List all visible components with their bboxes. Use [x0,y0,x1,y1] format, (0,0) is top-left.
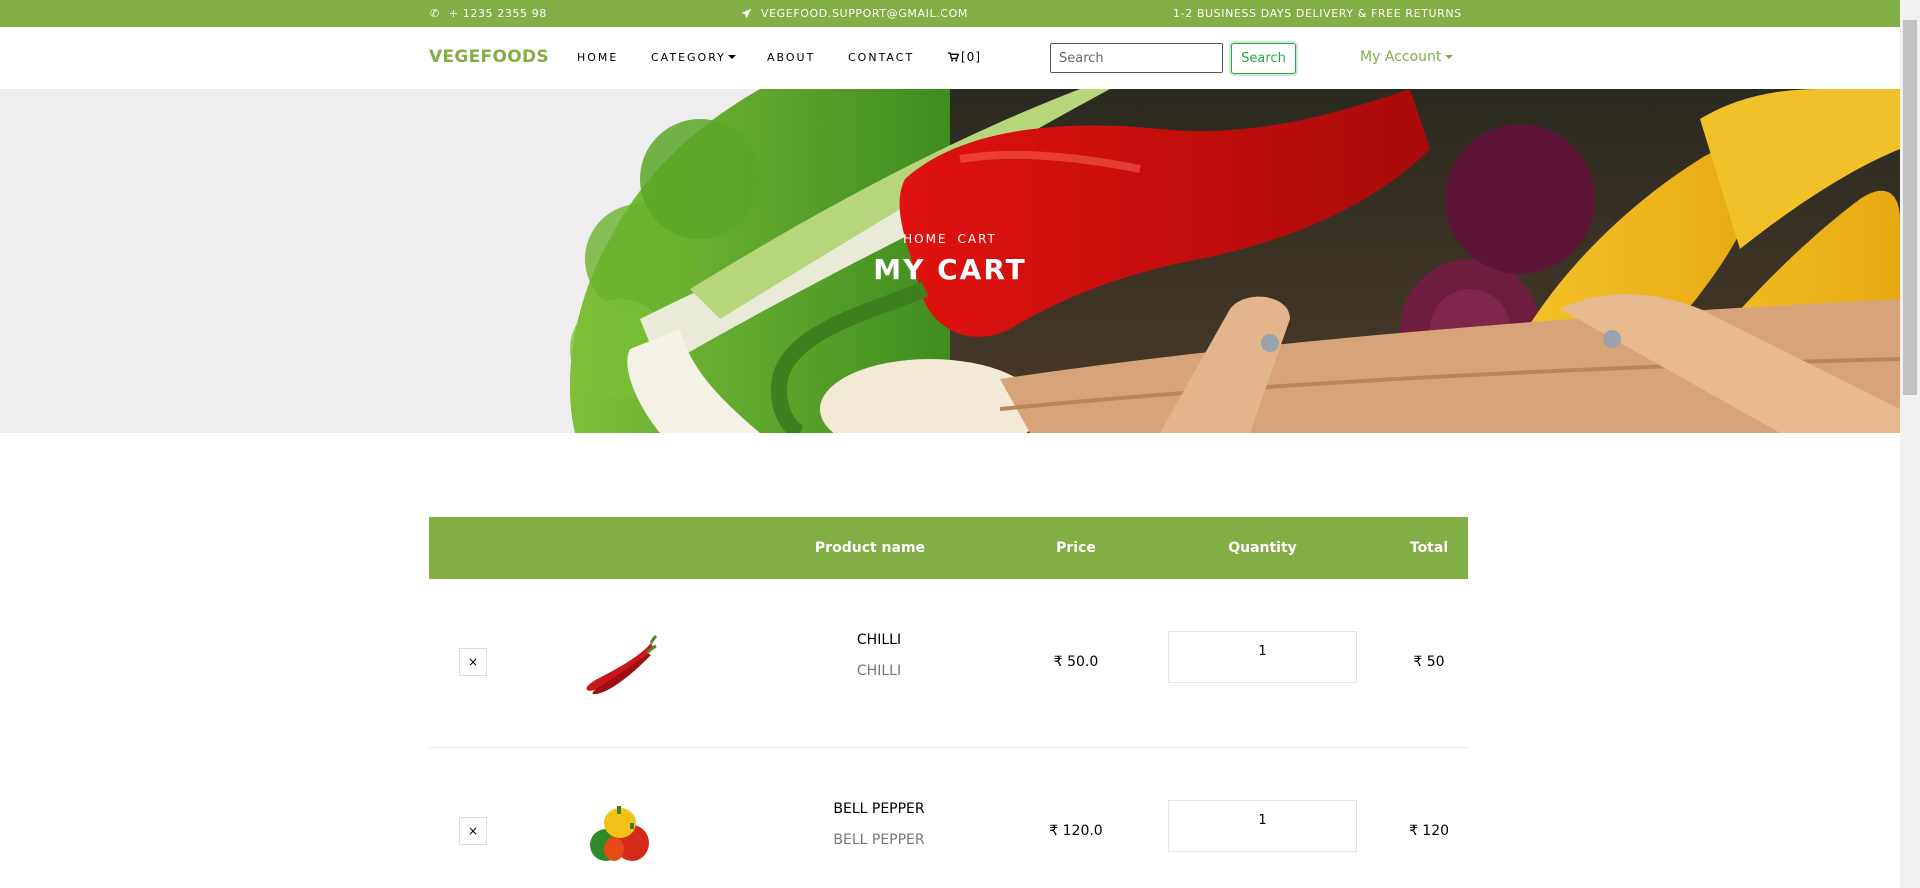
nav-home[interactable]: HOME [577,51,618,64]
quantity-input[interactable] [1168,631,1357,683]
remove-item-button[interactable]: × [459,648,487,676]
cart-table-header: Product name Price Quantity Total [429,517,1468,579]
product-name[interactable]: BELL PEPPER [729,801,1029,817]
header-quantity: Quantity [1228,540,1297,556]
header-total: Total [1409,540,1449,556]
product-name[interactable]: CHILLI [729,632,1029,648]
my-account-label: My Account [1360,49,1442,65]
hero-banner: HOME CART MY CART [0,89,1900,433]
page-scrollbar[interactable] [1900,0,1920,888]
nav-category[interactable]: CATEGORY [651,51,736,64]
email-address: VEGEFOOD.SUPPORT@GMAIL.COM [761,7,968,20]
cart-icon [948,52,959,62]
product-total: ₹ 120 [1408,823,1450,839]
delivery-text: 1-2 BUSINESS DAYS DELIVERY & FREE RETURN… [1173,7,1462,20]
main-navbar: VEGEFOODS HOME CATEGORY ABOUT CONTACT [0… [0,27,1900,89]
delivery-info: 1-2 BUSINESS DAYS DELIVERY & FREE RETURN… [1173,0,1462,27]
product-description: CHILLI [856,663,902,679]
breadcrumb: HOME CART [0,232,1900,246]
search-input[interactable] [1050,43,1223,73]
header-price: Price [1056,540,1096,556]
email-contact: VEGEFOOD.SUPPORT@GMAIL.COM [741,0,968,27]
nav-contact[interactable]: CONTACT [848,51,914,64]
phone-icon: ✆ [430,7,440,20]
nav-category-label: CATEGORY [651,51,726,64]
header-product-name: Product name [814,540,926,556]
product-total: ₹ 50 [1413,654,1445,670]
table-row: × CHILLI CHILLI ₹ 50.0 ₹ 50 [429,579,1468,748]
breadcrumb-current: CART [957,232,997,246]
my-account-dropdown[interactable]: My Account [1360,49,1454,65]
chevron-down-icon [1445,55,1454,59]
top-bar: ✆ + 1235 2355 98 VEGEFOOD.SUPPORT@GMAIL.… [0,0,1900,27]
chilli-image [586,635,657,695]
page-title: MY CART [873,253,1027,286]
scrollbar-thumb[interactable] [1903,20,1917,395]
paper-plane-icon [741,8,752,19]
breadcrumb-home[interactable]: HOME [903,232,947,246]
bell-pepper-image [590,806,649,861]
product-price: ₹ 50.0 [1053,654,1099,670]
brand-logo[interactable]: VEGEFOODS [429,47,549,67]
phone-number: + 1235 2355 98 [448,7,547,20]
nav-cart[interactable]: [0] [948,50,981,64]
nav-about[interactable]: ABOUT [767,51,815,64]
product-description: BELL PEPPER [833,832,925,848]
close-icon: × [467,824,479,838]
product-price: ₹ 120.0 [1049,823,1103,839]
phone-contact: ✆ + 1235 2355 98 [430,0,547,27]
chevron-down-icon [727,55,736,59]
quantity-input[interactable] [1168,800,1357,852]
close-icon: × [467,655,479,669]
table-row: × BELL PEPPER BELL PEPPER ₹ 120.0 ₹ 120 [429,748,1468,888]
cart-count: [0] [961,50,981,64]
search-button[interactable]: Search [1231,43,1296,74]
remove-item-button[interactable]: × [459,817,487,845]
